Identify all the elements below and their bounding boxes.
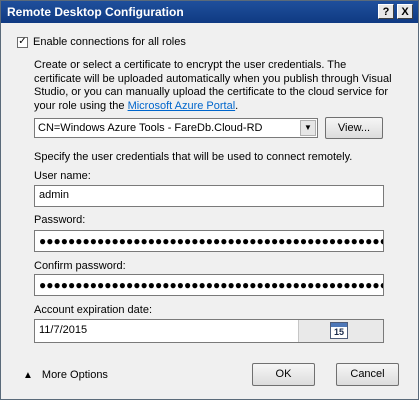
azure-portal-link[interactable]: Microsoft Azure Portal	[128, 100, 236, 112]
view-certificate-button[interactable]: View...	[325, 117, 383, 139]
expiration-date-value[interactable]: 11/7/2015	[39, 324, 87, 336]
expiration-date-picker[interactable]: 11/7/2015 15	[34, 319, 384, 343]
chevron-up-icon: ▲	[23, 369, 33, 381]
username-label: User name:	[34, 170, 91, 182]
window-title: Remote Desktop Configuration	[7, 5, 184, 19]
certificate-description: Create or select a certificate to encryp…	[34, 59, 394, 113]
enable-connections-row[interactable]: ✓ Enable connections for all roles	[17, 36, 186, 48]
certificate-dropdown[interactable]: CN=Windows Azure Tools - FareDb.Cloud-RD…	[34, 118, 318, 138]
checkmark-icon: ✓	[18, 36, 27, 47]
certificate-selected-value: CN=Windows Azure Tools - FareDb.Cloud-RD	[38, 122, 263, 134]
username-input[interactable]: admin	[34, 185, 384, 207]
confirm-password-input[interactable]: ●●●●●●●●●●●●●●●●●●●●●●●●●●●●●●●●●●●●●●●●…	[34, 274, 384, 296]
remote-desktop-dialog: Remote Desktop Configuration ? X ✓ Enabl…	[0, 0, 419, 400]
more-options-toggle[interactable]: ▲ More Options	[23, 369, 108, 381]
expiration-label: Account expiration date:	[34, 304, 153, 316]
password-label: Password:	[34, 214, 86, 226]
calendar-icon: 15	[330, 322, 348, 339]
confirm-password-label: Confirm password:	[34, 260, 126, 272]
description-suffix: .	[235, 99, 239, 112]
ok-button[interactable]: OK	[252, 363, 315, 386]
title-bar: Remote Desktop Configuration ? X	[1, 1, 418, 23]
password-input[interactable]: ●●●●●●●●●●●●●●●●●●●●●●●●●●●●●●●●●●●●●●●●…	[34, 230, 384, 252]
calendar-day-number: 15	[333, 327, 344, 337]
credentials-intro: Specify the user credentials that will b…	[34, 151, 353, 163]
help-button[interactable]: ?	[378, 4, 394, 19]
close-button[interactable]: X	[397, 4, 413, 19]
dropdown-arrow-icon[interactable]: ▼	[300, 120, 316, 136]
calendar-button[interactable]: 15	[298, 320, 383, 342]
enable-connections-checkbox[interactable]: ✓	[17, 36, 28, 48]
enable-connections-label: Enable connections for all roles	[33, 36, 186, 48]
more-options-label: More Options	[41, 369, 108, 381]
cancel-button[interactable]: Cancel	[336, 363, 399, 386]
